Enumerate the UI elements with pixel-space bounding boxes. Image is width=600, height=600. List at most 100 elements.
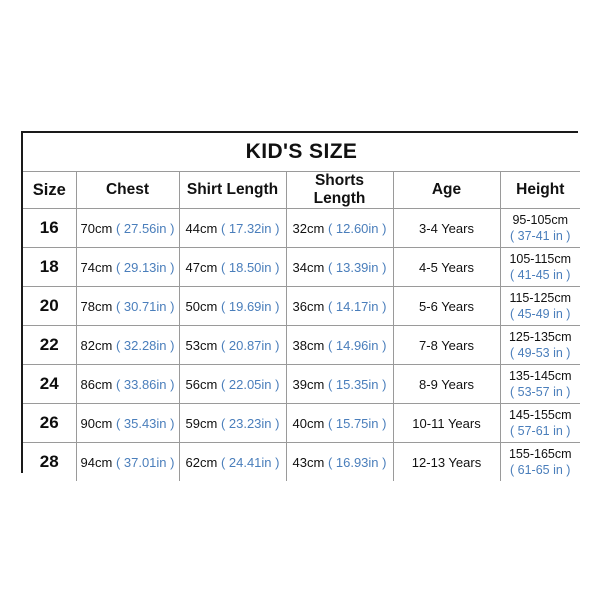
cell-chest: 74cm ( 29.13in ) [75,247,180,287]
cell-shirt-length: 56cm ( 22.05in ) [178,364,287,404]
cell-shorts-length-in: ( 14.17in ) [327,298,387,314]
column-header-size: Size [23,171,77,209]
cell-size: 20 [23,286,77,326]
cell-shirt-length-cm: 44cm [185,220,218,236]
cell-chest-cm: 78cm [80,298,113,314]
cell-shorts-length-in: ( 15.75in ) [327,415,387,431]
table-row: 22 82cm ( 32.28in ) 53cm ( 20.87in ) 38cm (… [23,325,580,365]
cell-height-in: ( 57-61 in ) [510,424,571,438]
cell-shirt-length-cm: 62cm [185,454,218,470]
cell-chest-cm: 82cm [80,337,113,353]
cell-chest-in: ( 33.86in ) [115,376,175,392]
cell-shirt-length-in: ( 24.41in ) [220,454,280,470]
cell-shorts-length-in: ( 12.60in ) [327,220,387,236]
cell-shirt-length-cm: 50cm [185,298,218,314]
cell-shirt-length: 59cm ( 23.23in ) [178,403,287,443]
cell-shorts-length: 38cm ( 14.96in ) [285,325,394,365]
cell-size: 22 [23,325,77,365]
cell-age: 3-4 Years [392,208,501,248]
cell-shorts-length-cm: 40cm [292,415,325,431]
cell-chest-cm: 86cm [80,376,113,392]
cell-chest-in: ( 37.01in ) [115,454,175,470]
cell-height: 95-105cm ( 37-41 in ) [499,208,580,248]
size-chart-container: KID'S SIZE Size Chest Shirt Length Short… [21,131,580,481]
table-row: 18 74cm ( 29.13in ) 47cm ( 18.50in ) 34cm (… [23,247,580,287]
cell-shorts-length: 40cm ( 15.75in ) [285,403,394,443]
column-header-height: Height [499,171,580,209]
cell-chest: 90cm ( 35.43in ) [75,403,180,443]
table-body: 16 70cm ( 27.56in ) 44cm ( 17.32in ) 32cm (… [23,208,580,481]
cell-shorts-length: 34cm ( 13.39in ) [285,247,394,287]
cell-shirt-length-in: ( 23.23in ) [220,415,280,431]
cell-shirt-length-cm: 59cm [185,415,218,431]
column-header-age: Age [392,171,501,209]
cell-chest: 94cm ( 37.01in ) [75,442,180,481]
cell-age: 7-8 Years [392,325,501,365]
table-title-row: KID'S SIZE [23,133,580,172]
cell-shirt-length-in: ( 19.69in ) [220,298,280,314]
cell-shorts-length-cm: 43cm [292,454,325,470]
cell-chest-in: ( 29.13in ) [115,259,175,275]
cell-height-in: ( 49-53 in ) [510,346,571,360]
cell-size: 18 [23,247,77,287]
cell-size: 16 [23,208,77,248]
cell-height: 125-135cm ( 49-53 in ) [499,325,580,365]
cell-shorts-length: 36cm ( 14.17in ) [285,286,394,326]
cell-age: 8-9 Years [392,364,501,404]
table-row: 26 90cm ( 35.43in ) 59cm ( 23.23in ) 40cm (… [23,403,580,443]
cell-shorts-length-cm: 38cm [292,337,325,353]
cell-chest-cm: 74cm [80,259,113,275]
cell-shorts-length-in: ( 16.93in ) [327,454,387,470]
cell-chest-in: ( 27.56in ) [115,220,175,236]
cell-height-cm: 125-135cm [508,329,572,344]
table-row: 16 70cm ( 27.56in ) 44cm ( 17.32in ) 32cm (… [23,208,580,248]
cell-chest-cm: 90cm [80,415,113,431]
cell-height-cm: 155-165cm [508,446,572,461]
table-title: KID'S SIZE [23,133,580,172]
column-header-chest: Chest [75,171,180,209]
cell-shorts-length: 43cm ( 16.93in ) [285,442,394,481]
cell-height-cm: 95-105cm [512,212,569,227]
cell-chest-cm: 94cm [80,454,113,470]
cell-shorts-length-cm: 32cm [292,220,325,236]
cell-height-in: ( 41-45 in ) [510,268,571,282]
cell-height: 145-155cm ( 57-61 in ) [499,403,580,443]
cell-chest: 78cm ( 30.71in ) [75,286,180,326]
cell-shirt-length-in: ( 22.05in ) [220,376,280,392]
table-header: KID'S SIZE Size Chest Shirt Length Short… [23,133,580,209]
cell-chest: 70cm ( 27.56in ) [75,208,180,248]
cell-height-cm: 115-125cm [509,290,572,305]
cell-chest: 86cm ( 33.86in ) [75,364,180,404]
cell-shirt-length: 53cm ( 20.87in ) [178,325,287,365]
table-row: 20 78cm ( 30.71in ) 50cm ( 19.69in ) 36cm (… [23,286,580,326]
cell-height: 105-115cm ( 41-45 in ) [499,247,580,287]
cell-height: 155-165cm ( 61-65 in ) [499,442,580,481]
cell-height-cm: 105-115cm [509,251,572,266]
cell-shirt-length: 47cm ( 18.50in ) [178,247,287,287]
cell-shirt-length-in: ( 20.87in ) [220,337,280,353]
cell-shirt-length: 44cm ( 17.32in ) [178,208,287,248]
cell-height-in: ( 37-41 in ) [510,229,571,243]
cell-chest-in: ( 30.71in ) [115,298,175,314]
table-column-header-row: Size Chest Shirt Length Shorts Length Ag… [23,171,580,209]
cell-chest-in: ( 32.28in ) [115,337,175,353]
cell-shorts-length-cm: 34cm [292,259,325,275]
cell-height: 135-145cm ( 53-57 in ) [499,364,580,404]
cell-height-in: ( 45-49 in ) [510,307,571,321]
cell-shorts-length-in: ( 14.96in ) [327,337,387,353]
cell-chest-in: ( 35.43in ) [115,415,175,431]
cell-shirt-length-cm: 47cm [185,259,218,275]
cell-chest: 82cm ( 32.28in ) [75,325,180,365]
cell-height-cm: 135-145cm [508,368,572,383]
kids-size-table: KID'S SIZE Size Chest Shirt Length Short… [23,133,580,481]
cell-shirt-length-cm: 53cm [185,337,218,353]
cell-shirt-length-cm: 56cm [185,376,218,392]
cell-age: 10-11 Years [392,403,501,443]
cell-size: 28 [23,442,77,481]
table-row: 24 86cm ( 33.86in ) 56cm ( 22.05in ) 39cm (… [23,364,580,404]
cell-shirt-length-in: ( 17.32in ) [220,220,280,236]
cell-shirt-length-in: ( 18.50in ) [220,259,280,275]
table-row: 28 94cm ( 37.01in ) 62cm ( 24.41in ) 43cm (… [23,442,580,481]
cell-chest-cm: 70cm [80,220,113,236]
cell-height-in: ( 53-57 in ) [510,385,571,399]
